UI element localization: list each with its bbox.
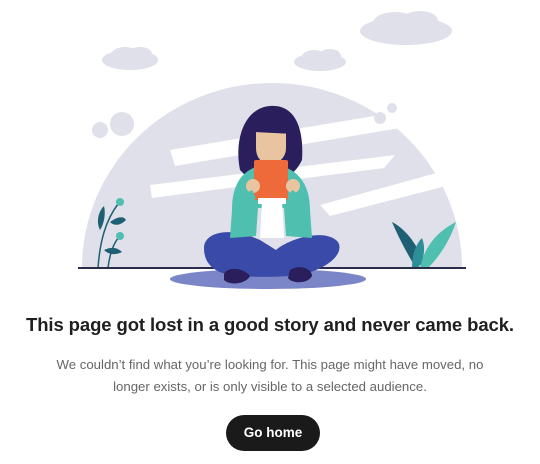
error-page: This page got lost in a good story and n… xyxy=(0,0,540,464)
cloud-icon xyxy=(360,11,452,45)
cloud-icon xyxy=(294,49,346,71)
lost-page-illustration xyxy=(78,11,466,289)
cloud-icon xyxy=(102,47,158,70)
error-headline: This page got lost in a good story and n… xyxy=(26,314,514,335)
go-home-button[interactable]: Go home xyxy=(226,415,320,451)
error-message: We couldn’t find what you’re looking for… xyxy=(56,357,484,394)
